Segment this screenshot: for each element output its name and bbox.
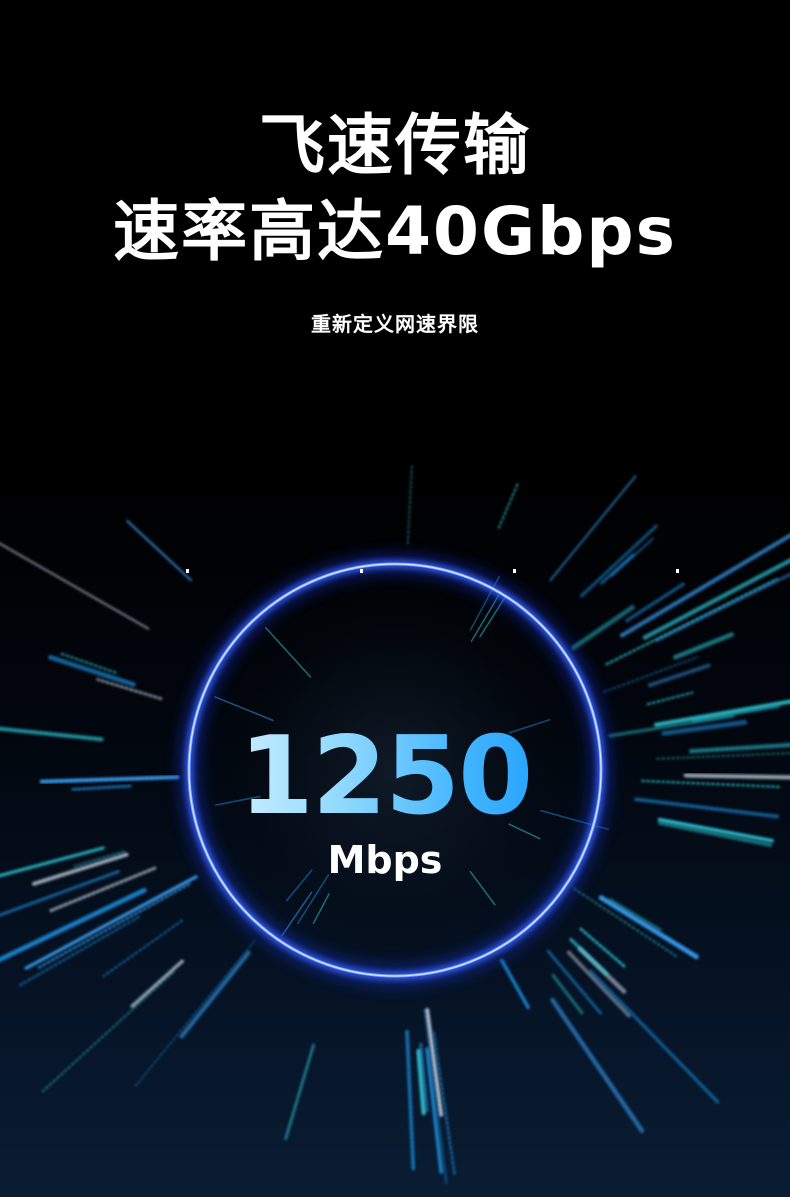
light-streak [102, 919, 183, 978]
light-streak [642, 558, 790, 640]
marker-dot [186, 569, 189, 573]
light-streak [571, 604, 635, 651]
headline-line-2: 速率高达40Gbps [113, 193, 677, 270]
light-streak [683, 773, 790, 780]
light-streak [47, 654, 136, 687]
light-streak [691, 705, 780, 723]
light-streak [619, 533, 790, 638]
light-streak [405, 1029, 416, 1171]
light-streak [654, 699, 790, 727]
light-streak [656, 752, 790, 760]
light-streak [608, 898, 662, 932]
light-streak [406, 464, 413, 544]
light-streak [132, 940, 256, 1090]
light-streak [673, 632, 734, 660]
light-streak [579, 522, 660, 598]
light-streak [129, 959, 184, 1010]
light-streak [0, 870, 120, 917]
light-streak [500, 958, 530, 1010]
light-streak [579, 927, 626, 968]
speed-unit: Mbps [327, 838, 443, 882]
light-streak [42, 971, 175, 1093]
light-streak [573, 887, 678, 958]
light-streak [19, 915, 140, 987]
light-streak [598, 895, 701, 960]
light-streak [37, 882, 191, 969]
light-streak [657, 820, 774, 848]
light-streak [126, 519, 192, 582]
marker-dot [513, 569, 516, 573]
light-streak [647, 662, 713, 688]
light-streak [24, 875, 198, 970]
subtitle: 重新定义网速界限 [311, 312, 479, 336]
light-streak [569, 937, 609, 976]
speed-value: 1250 [200, 712, 570, 842]
light-streak [600, 553, 635, 585]
light-streak [0, 542, 150, 630]
marker-dot [676, 569, 679, 573]
light-streak [657, 817, 774, 843]
light-streak [284, 1043, 315, 1141]
light-streak [0, 846, 105, 878]
light-streak [646, 691, 694, 706]
light-streak [179, 950, 251, 1039]
light-streak [688, 742, 790, 754]
light-streak [497, 481, 520, 529]
light-streak [550, 997, 645, 1134]
headline-line-1: 飞速传输 [259, 107, 531, 184]
light-streak [641, 780, 783, 788]
light-streak [68, 784, 132, 792]
marker-dot [360, 569, 363, 573]
light-streak [0, 726, 104, 742]
light-streak [39, 775, 180, 784]
light-streak [634, 797, 782, 819]
light-streak [31, 852, 129, 886]
